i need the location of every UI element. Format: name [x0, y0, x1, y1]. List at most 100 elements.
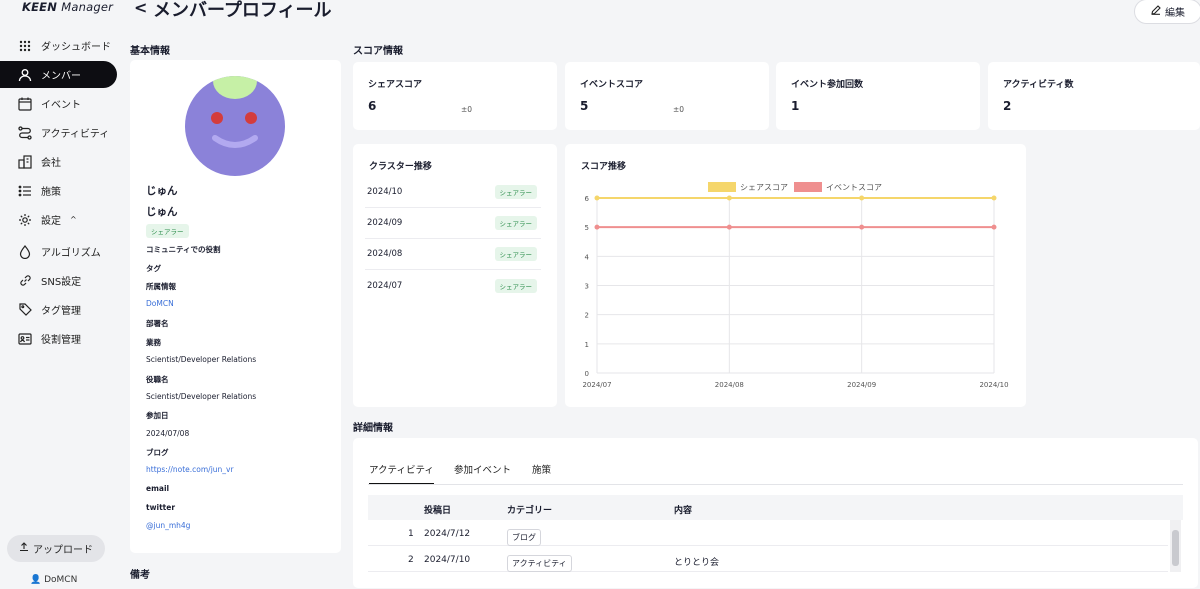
data-point — [726, 224, 732, 230]
notes-title: 備考 — [130, 570, 150, 581]
sidebar-item-tags[interactable]: タグ管理 — [0, 296, 117, 323]
page-title: メンバープロフィール — [153, 0, 332, 21]
tab-activity[interactable]: アクティビティ — [369, 462, 434, 485]
data-point — [594, 195, 600, 201]
y-tick-label: 0 — [585, 370, 589, 378]
person-icon — [16, 66, 34, 84]
department-label: 部署名 — [146, 319, 169, 328]
upload-button[interactable]: アップロード — [7, 535, 105, 562]
chevron-up-icon[interactable]: ^ — [70, 215, 77, 224]
sidebar-item-measures[interactable]: 施策 — [0, 177, 117, 204]
x-tick-label: 2024/07 — [582, 381, 611, 389]
affiliation-label: 所属情報 — [146, 282, 176, 291]
column-header-date[interactable]: 投稿日 — [424, 503, 451, 516]
id-card-icon — [16, 330, 34, 348]
table-scrollbar[interactable] — [1170, 520, 1181, 572]
basic-info-title: 基本情報 — [130, 46, 170, 57]
drop-icon — [16, 243, 34, 261]
list-item: 2024/07 シェアラー — [365, 270, 541, 301]
legend-swatch — [708, 182, 736, 192]
twitter-label: twitter — [146, 503, 176, 512]
data-point — [726, 195, 732, 201]
column-header-content[interactable]: 内容 — [674, 503, 692, 516]
y-tick-label: 6 — [585, 195, 590, 203]
score-chart-card: スコア推移 0 1 2 3 4 5 6 2024/07 2024/08 2024/09 2024/1… — [565, 144, 1026, 407]
calendar-icon — [16, 95, 34, 113]
y-tick-label: 1 — [585, 341, 589, 349]
column-header-category[interactable]: カテゴリー — [507, 503, 552, 516]
detail-card: アクティビティ 参加イベント 施策 投稿日 カテゴリー 内容 1 2024/7/… — [353, 438, 1198, 588]
pencil-icon — [1151, 5, 1161, 18]
twitter-link[interactable]: @jun_mh4g — [146, 521, 190, 530]
blog-label: ブログ — [146, 448, 169, 457]
tab-events[interactable]: 参加イベント — [454, 462, 511, 476]
cluster-history-card: クラスター推移 2024/10 シェアラー 2024/09 シェアラー 2024… — [353, 144, 557, 407]
tag-icon — [16, 301, 34, 319]
table-row[interactable]: 1 2024/7/12 ブログ — [368, 521, 1168, 546]
org-switcher[interactable]: 👤 DoMCN — [30, 575, 77, 585]
sidebar-item-roles[interactable]: 役割管理 — [0, 325, 117, 352]
tab-measures[interactable]: 施策 — [532, 462, 551, 476]
sidebar-item-sns[interactable]: SNS設定 — [0, 267, 117, 294]
title-value: Scientist/Developer Relations — [146, 392, 257, 401]
data-point — [859, 195, 865, 201]
legend-swatch — [794, 182, 822, 192]
list-item: 2024/10 シェアラー — [365, 177, 541, 208]
sidebar-item-activity[interactable]: アクティビティ — [0, 119, 117, 146]
edit-button[interactable]: 編集 — [1134, 0, 1200, 24]
legend-label: シェアスコア — [740, 183, 788, 192]
y-tick-label: 4 — [585, 253, 590, 261]
score-info-title: スコア情報 — [353, 46, 403, 57]
joined-value: 2024/07/08 — [146, 429, 190, 438]
table-row[interactable]: 2 2024/7/10 アクティビティ とりとり会 — [368, 547, 1168, 572]
x-tick-label: 2024/09 — [847, 381, 876, 389]
back-button[interactable]: < — [134, 0, 147, 17]
joined-label: 参加日 — [146, 411, 169, 420]
table-header: 投稿日 カテゴリー 内容 — [368, 495, 1183, 520]
grid-icon — [16, 37, 34, 55]
tag-label: タグ — [146, 264, 161, 273]
sidebar-item-algorithm[interactable]: アルゴリズム — [0, 238, 117, 265]
job-label: 業務 — [146, 338, 161, 347]
blog-link[interactable]: https://note.com/jun_vr — [146, 465, 234, 474]
data-point — [594, 224, 600, 230]
score-line-chart: 0 1 2 3 4 5 6 2024/07 2024/08 2024/09 2024/10 シェアスコ… — [582, 182, 1009, 389]
detail-info-title: 詳細情報 — [353, 423, 393, 434]
tab-divider — [368, 484, 1183, 485]
upload-icon — [19, 542, 29, 555]
sidebar-item-settings[interactable]: 設定 ^ — [0, 206, 117, 233]
sidebar-item-dashboard[interactable]: ダッシュボード — [0, 32, 117, 59]
y-tick-label: 5 — [585, 224, 589, 232]
link-icon — [16, 272, 34, 290]
x-tick-label: 2024/10 — [979, 381, 1008, 389]
avatar — [185, 76, 285, 176]
y-tick-label: 2 — [585, 312, 589, 320]
sidebar-item-members[interactable]: メンバー — [0, 61, 117, 88]
role-label: コミュニティでの役割 — [146, 245, 221, 254]
app-logo[interactable]: KEEN Manager — [22, 0, 113, 14]
legend-label: イベントスコア — [826, 183, 882, 192]
event-count-card: イベント参加回数 1 — [776, 62, 980, 130]
data-point — [991, 195, 997, 201]
list-icon — [16, 182, 34, 200]
profile-card: じゅん じゅん シェアラー コミュニティでの役割 タグ 所属情報 DoMCN 部… — [130, 60, 341, 553]
building-icon — [16, 153, 34, 171]
category-tag: アクティビティ — [507, 555, 572, 572]
category-tag: ブログ — [507, 529, 541, 546]
org-icon: 👤 — [30, 575, 42, 585]
sidebar-item-events[interactable]: イベント — [0, 90, 117, 117]
data-point — [991, 224, 997, 230]
member-name: じゅん — [146, 185, 178, 197]
cluster-badge: シェアラー — [146, 224, 189, 238]
gear-icon — [16, 211, 34, 229]
y-tick-label: 3 — [585, 283, 589, 291]
affiliation-value[interactable]: DoMCN — [146, 299, 174, 308]
list-item: 2024/08 シェアラー — [365, 239, 541, 270]
list-item: 2024/09 シェアラー — [365, 208, 541, 239]
title-label: 役職名 — [146, 375, 169, 384]
sidebar-item-company[interactable]: 会社 — [0, 148, 117, 175]
share-score-card: シェアスコア 6 ±0 — [353, 62, 557, 130]
cluster-history-title: クラスター推移 — [369, 162, 432, 172]
scrollbar-thumb[interactable] — [1172, 530, 1179, 566]
event-score-card: イベントスコア 5 ±0 — [565, 62, 769, 130]
